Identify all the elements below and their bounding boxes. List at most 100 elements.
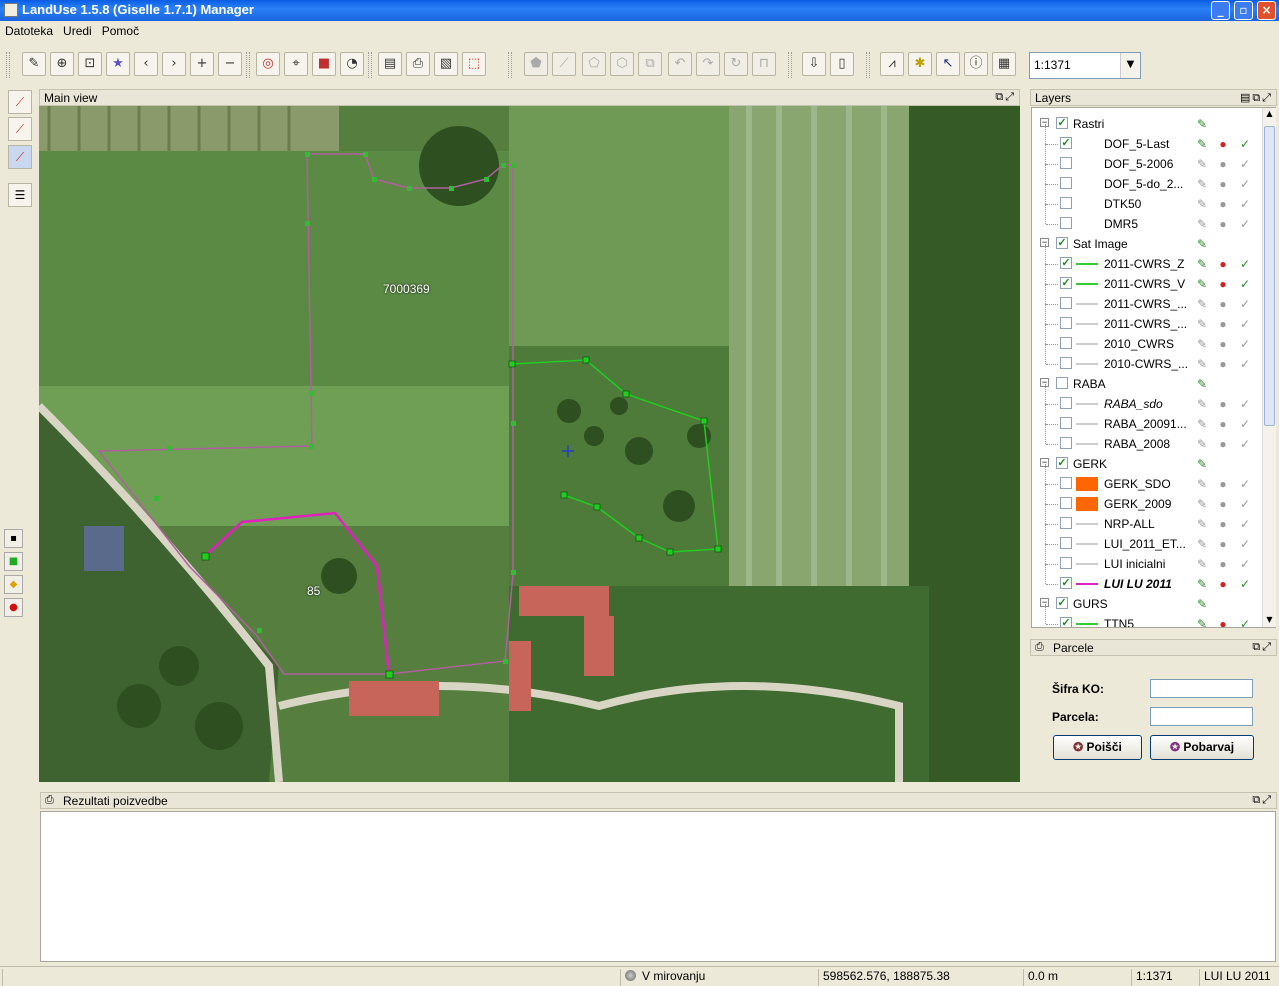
- layer-select-icon[interactable]: ✓: [1237, 196, 1253, 212]
- scale-combobox[interactable]: 1:1371 ▼: [1029, 52, 1141, 79]
- forward-arrow-icon[interactable]: ›: [162, 52, 186, 76]
- layer-query-icon[interactable]: ●: [1215, 476, 1231, 492]
- layer-item[interactable]: 2011-CWRS_... ✎ ● ✓: [1032, 304, 1262, 334]
- identify-tool-icon[interactable]: ✱: [908, 52, 932, 76]
- layer-edit-icon[interactable]: ✎: [1194, 376, 1210, 392]
- layer-query-icon[interactable]: ●: [1215, 256, 1231, 272]
- layer-edit-icon[interactable]: ✎: [1194, 116, 1210, 132]
- layer-select-icon[interactable]: ✓: [1237, 536, 1253, 552]
- layer-group[interactable]: − ✓ Rastri ✎: [1032, 114, 1262, 134]
- layer-edit-icon[interactable]: ✎: [1194, 356, 1210, 372]
- menu-uredi[interactable]: Uredi: [58, 22, 97, 40]
- maximize-button[interactable]: ▫: [1234, 1, 1253, 20]
- layer-visibility-checkbox[interactable]: ✓: [1060, 137, 1072, 149]
- parcela-input[interactable]: [1150, 707, 1253, 726]
- layer-edit-icon[interactable]: ✎: [1194, 396, 1210, 412]
- layer-query-icon[interactable]: ●: [1215, 336, 1231, 352]
- layer-select-icon[interactable]: ✓: [1237, 216, 1253, 232]
- cut-polygon-icon[interactable]: ⬠: [582, 52, 606, 76]
- layer-select-icon[interactable]: ✓: [1237, 356, 1253, 372]
- layer-visibility-checkbox[interactable]: ✓: [1060, 577, 1072, 589]
- lock-icon[interactable]: ⊓: [752, 52, 776, 76]
- layer-edit-icon[interactable]: ✎: [1194, 196, 1210, 212]
- layer-query-icon[interactable]: ●: [1215, 576, 1231, 592]
- layer-visibility-checkbox[interactable]: [1060, 517, 1072, 529]
- chevron-down-icon[interactable]: ▼: [1120, 53, 1140, 78]
- layer-red-icon[interactable]: ●: [4, 598, 23, 617]
- layer-query-icon[interactable]: ●: [1215, 196, 1231, 212]
- layer-item[interactable]: LUI_2011_ET... ✎ ● ✓: [1032, 524, 1262, 554]
- layer-item[interactable]: 2010_CWRS ✎ ● ✓: [1032, 324, 1262, 354]
- layer-edit-icon[interactable]: ✎: [1194, 336, 1210, 352]
- layer-select-icon[interactable]: ✓: [1237, 616, 1253, 627]
- layer-edit-icon[interactable]: ✎: [1194, 576, 1210, 592]
- layer-select-icon[interactable]: ✓: [1237, 416, 1253, 432]
- search-button[interactable]: ✪ Poišči: [1053, 735, 1142, 760]
- layer-edit-icon[interactable]: ✎: [1194, 616, 1210, 627]
- layer-query-icon[interactable]: ●: [1215, 496, 1231, 512]
- draw-line-icon[interactable]: ⟋: [8, 90, 32, 114]
- layer-query-icon[interactable]: ●: [1215, 396, 1231, 412]
- info-icon[interactable]: ⓘ: [964, 52, 988, 76]
- layer-item[interactable]: ✓ 2011-CWRS_Z ✎ ● ✓: [1032, 244, 1262, 274]
- layer-query-icon[interactable]: ●: [1215, 556, 1231, 572]
- layer-select-icon[interactable]: ✓: [1237, 276, 1253, 292]
- measure-icon[interactable]: ◔: [340, 52, 364, 76]
- layer-visibility-checkbox[interactable]: [1060, 537, 1072, 549]
- map-svg[interactable]: [39, 106, 1020, 782]
- layer-query-icon[interactable]: ●: [1215, 136, 1231, 152]
- layer-item[interactable]: DMR5 ✎ ● ✓: [1032, 204, 1262, 234]
- layer-edit-icon[interactable]: ✎: [1194, 236, 1210, 252]
- panel-window-icons[interactable]: ▤⧉⤢: [1240, 91, 1273, 105]
- layer-select-icon[interactable]: ✓: [1237, 516, 1253, 532]
- layer-item[interactable]: DOF_5-2006 ✎ ● ✓: [1032, 144, 1262, 174]
- merge-icon[interactable]: ⬡: [610, 52, 634, 76]
- layer-select-icon[interactable]: ✓: [1237, 396, 1253, 412]
- layer-edit-icon[interactable]: ✎: [1194, 276, 1210, 292]
- layer-edit-icon[interactable]: ✎: [1194, 476, 1210, 492]
- pencil-icon[interactable]: ✎: [22, 52, 46, 76]
- layer-visibility-checkbox[interactable]: [1060, 177, 1072, 189]
- layer-item[interactable]: 2011-CWRS_... ✎ ● ✓: [1032, 284, 1262, 314]
- layer-query-icon[interactable]: ●: [1215, 316, 1231, 332]
- layer-visibility-checkbox[interactable]: [1060, 417, 1072, 429]
- map-canvas[interactable]: 7000369 85: [39, 106, 1020, 782]
- layer-group[interactable]: − ✓ GURS ✎: [1032, 594, 1262, 614]
- layer-select-icon[interactable]: ✓: [1237, 156, 1253, 172]
- panel-window-icons[interactable]: ⧉⤢: [995, 91, 1016, 104]
- layer-yellow-icon[interactable]: ◆: [4, 575, 23, 594]
- layer-group-checkbox[interactable]: ✓: [1056, 457, 1068, 469]
- close-button[interactable]: ×: [1257, 1, 1276, 20]
- back-arrow-icon[interactable]: ‹: [134, 52, 158, 76]
- select-rect-icon[interactable]: ■: [312, 52, 336, 76]
- refresh-icon[interactable]: ↻: [724, 52, 748, 76]
- table-icon[interactable]: ▦: [992, 52, 1016, 76]
- layer-group-checkbox[interactable]: ✓: [1056, 237, 1068, 249]
- results-area[interactable]: [40, 811, 1276, 962]
- layer-edit-icon[interactable]: ✎: [1194, 156, 1210, 172]
- layer-visibility-checkbox[interactable]: [1060, 497, 1072, 509]
- layer-item[interactable]: RABA_sdo ✎ ● ✓: [1032, 384, 1262, 414]
- layer-edit-icon[interactable]: ✎: [1194, 536, 1210, 552]
- layer-group-checkbox[interactable]: [1056, 377, 1068, 389]
- layer-select-icon[interactable]: ✓: [1237, 256, 1253, 272]
- scroll-thumb[interactable]: [1264, 126, 1275, 426]
- layer-gray-icon[interactable]: ▪: [4, 529, 23, 548]
- layer-query-icon[interactable]: ●: [1215, 276, 1231, 292]
- layer-item[interactable]: ✓ LUI LU 2011 ✎ ● ✓: [1032, 564, 1262, 594]
- print-icon[interactable]: ⎙: [406, 52, 430, 76]
- layer-item[interactable]: ✓ 2011-CWRS_V ✎ ● ✓: [1032, 264, 1262, 294]
- layer-visibility-checkbox[interactable]: [1060, 437, 1072, 449]
- layer-visibility-checkbox[interactable]: [1060, 297, 1072, 309]
- layer-item[interactable]: DTK50 ✎ ● ✓: [1032, 184, 1262, 214]
- print-preview-icon[interactable]: ▧: [434, 52, 458, 76]
- layer-select-icon[interactable]: ✓: [1237, 556, 1253, 572]
- layer-item[interactable]: GERK_SDO ✎ ● ✓: [1032, 464, 1262, 494]
- layer-group[interactable]: − ✓ GERK ✎: [1032, 454, 1262, 474]
- layer-green-icon[interactable]: ■: [4, 552, 23, 571]
- layer-edit-icon[interactable]: ✎: [1194, 256, 1210, 272]
- layer-item[interactable]: 2010-CWRS_... ✎ ● ✓: [1032, 344, 1262, 374]
- layer-item[interactable]: LUI inicialni ✎ ● ✓: [1032, 544, 1262, 574]
- layer-visibility-checkbox[interactable]: [1060, 317, 1072, 329]
- undo-icon[interactable]: ↶: [668, 52, 692, 76]
